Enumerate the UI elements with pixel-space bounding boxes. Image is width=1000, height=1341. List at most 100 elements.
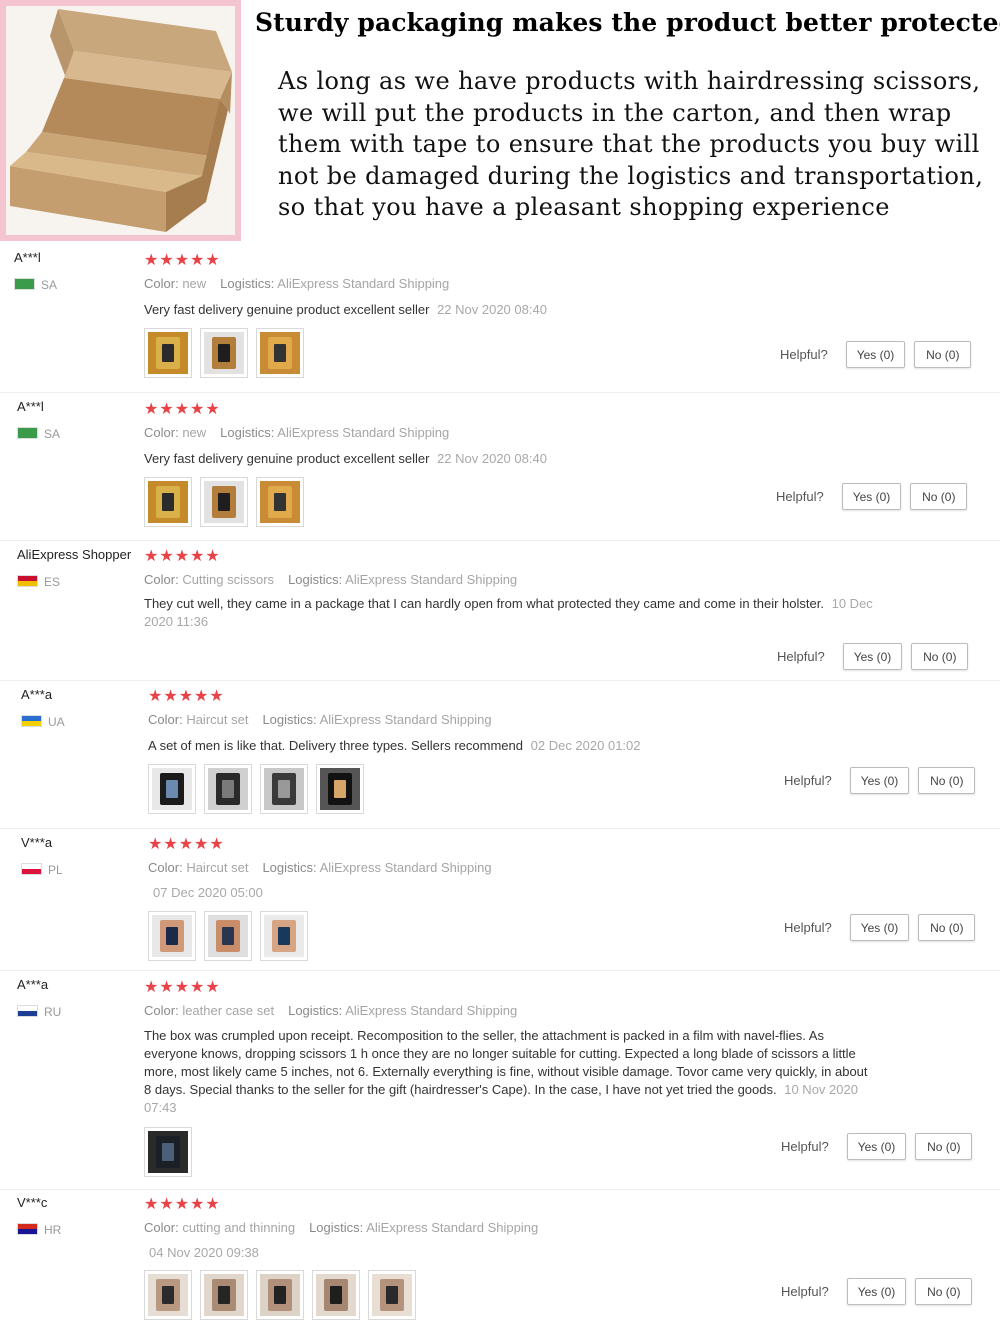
country-code: SA bbox=[44, 427, 61, 441]
review-divider bbox=[0, 828, 1000, 829]
country-flag-icon bbox=[14, 278, 35, 290]
review-sku-info: Color: Haircut set Logistics: AliExpress … bbox=[148, 712, 492, 727]
review-photos bbox=[144, 328, 304, 378]
review-photo-thumbnail[interactable] bbox=[256, 328, 304, 378]
logistics-value: AliExpress Standard Shipping bbox=[366, 1220, 539, 1235]
helpful-no-button[interactable]: No (0) bbox=[911, 643, 969, 670]
country-flag-icon bbox=[17, 1005, 38, 1017]
review-photo-thumbnail[interactable] bbox=[256, 1270, 304, 1320]
review-photo-thumbnail[interactable] bbox=[256, 477, 304, 527]
helpful-no-button[interactable]: No (0) bbox=[915, 1133, 973, 1160]
review-divider bbox=[0, 680, 1000, 681]
color-value: cutting and thinning bbox=[182, 1220, 296, 1235]
logistics-label: Logistics: bbox=[288, 572, 343, 587]
reviewer-country: SA bbox=[14, 278, 57, 292]
review-photos bbox=[148, 911, 308, 961]
review-photos bbox=[144, 1127, 192, 1177]
star-rating: ★★★★★ bbox=[144, 252, 221, 269]
review-photo-thumbnail[interactable] bbox=[368, 1270, 416, 1320]
comment-text: Very fast delivery genuine product excel… bbox=[144, 451, 430, 466]
star-rating: ★★★★★ bbox=[148, 836, 225, 853]
review-photo-thumbnail[interactable] bbox=[200, 328, 248, 378]
helpful-label: Helpful? bbox=[780, 347, 828, 362]
review-photo-thumbnail[interactable] bbox=[144, 1270, 192, 1320]
review-photo-thumbnail[interactable] bbox=[204, 911, 252, 961]
country-flag-icon bbox=[17, 575, 38, 587]
color-value: new bbox=[182, 276, 207, 291]
review-photo-thumbnail[interactable] bbox=[144, 1127, 192, 1177]
helpful-label: Helpful? bbox=[781, 1284, 829, 1299]
helpful-yes-button[interactable]: Yes (0) bbox=[846, 1133, 907, 1160]
helpful-yes-button[interactable]: Yes (0) bbox=[849, 914, 910, 941]
helpful-yes-button[interactable]: Yes (0) bbox=[845, 341, 906, 368]
packaging-banner: Sturdy packaging makes the product bette… bbox=[0, 0, 1000, 242]
review-sku-info: Color: Haircut set Logistics: AliExpress … bbox=[148, 860, 492, 875]
review-comment: Very fast delivery genuine product excel… bbox=[144, 450, 884, 468]
country-code: ES bbox=[44, 575, 61, 589]
helpful-label: Helpful? bbox=[776, 489, 824, 504]
helpful-yes-button[interactable]: Yes (0) bbox=[846, 1278, 907, 1305]
review-photo-thumbnail[interactable] bbox=[260, 911, 308, 961]
helpful-yes-button[interactable]: Yes (0) bbox=[841, 483, 902, 510]
comment-text: A set of men is like that. Delivery thre… bbox=[148, 738, 523, 753]
logistics-value: AliExpress Standard Shipping bbox=[319, 860, 492, 875]
review-comment: They cut well, they came in a package th… bbox=[144, 595, 884, 631]
review-date: 07 Dec 2020 05:00 bbox=[153, 885, 263, 900]
review-photo-thumbnail[interactable] bbox=[316, 764, 364, 814]
star-rating: ★★★★★ bbox=[148, 688, 225, 705]
review-photos bbox=[144, 1270, 416, 1320]
review-date: 22 Nov 2020 08:40 bbox=[437, 302, 547, 317]
reviewer-name: A***l bbox=[14, 250, 41, 265]
helpful-yes-button[interactable]: Yes (0) bbox=[849, 767, 910, 794]
review-photo-thumbnail[interactable] bbox=[312, 1270, 360, 1320]
helpful-no-button[interactable]: No (0) bbox=[918, 767, 976, 794]
review-sku-info: Color: leather case set Logistics: AliExp… bbox=[144, 1003, 517, 1018]
reviewer-country: ES bbox=[17, 575, 60, 589]
review-sku-info: Color: new Logistics: AliExpress Standard… bbox=[144, 425, 449, 440]
country-code: SA bbox=[41, 278, 58, 292]
review-photo-thumbnail[interactable] bbox=[200, 477, 248, 527]
country-flag-icon bbox=[21, 715, 42, 727]
helpful-no-button[interactable]: No (0) bbox=[910, 483, 968, 510]
logistics-value: AliExpress Standard Shipping bbox=[277, 276, 450, 291]
logistics-label: Logistics: bbox=[220, 276, 275, 291]
helpful-label: Helpful? bbox=[784, 920, 832, 935]
review-sku-info: Color: cutting and thinning Logistics: Al… bbox=[144, 1220, 538, 1235]
review-photo-thumbnail[interactable] bbox=[144, 477, 192, 527]
review-photo-thumbnail[interactable] bbox=[260, 764, 308, 814]
reviewer-country: SA bbox=[17, 427, 60, 441]
helpful-no-button[interactable]: No (0) bbox=[914, 341, 972, 368]
review-divider bbox=[0, 392, 1000, 393]
comment-text: The box was crumpled upon receipt. Recom… bbox=[144, 1028, 868, 1097]
helpful-no-button[interactable]: No (0) bbox=[915, 1278, 973, 1305]
reviewer-country: RU bbox=[17, 1005, 61, 1019]
helpful-yes-button[interactable]: Yes (0) bbox=[842, 643, 903, 670]
color-value: Haircut set bbox=[186, 860, 249, 875]
review-date: 02 Dec 2020 01:02 bbox=[530, 738, 641, 753]
reviewer-name: AliExpress Shopper bbox=[17, 547, 132, 562]
review-sku-info: Color: Cutting scissors Logistics: AliExp… bbox=[144, 572, 517, 587]
review-divider bbox=[0, 540, 1000, 541]
logistics-label: Logistics: bbox=[309, 1220, 364, 1235]
review-photo-thumbnail[interactable] bbox=[148, 764, 196, 814]
helpful-votes: Helpful? Yes (0) No (0) bbox=[780, 341, 972, 368]
star-rating: ★★★★★ bbox=[144, 1196, 221, 1213]
review-photo-thumbnail[interactable] bbox=[204, 764, 252, 814]
helpful-votes: Helpful? Yes (0) No (0) bbox=[777, 643, 969, 670]
reviewer-country: UA bbox=[21, 715, 65, 729]
country-flag-icon bbox=[21, 863, 42, 875]
review-photo-thumbnail[interactable] bbox=[144, 328, 192, 378]
star-rating: ★★★★★ bbox=[144, 548, 221, 565]
country-code: RU bbox=[44, 1005, 62, 1019]
country-flag-icon bbox=[17, 427, 38, 439]
review-photo-thumbnail[interactable] bbox=[148, 911, 196, 961]
country-code: HR bbox=[44, 1223, 62, 1237]
helpful-no-button[interactable]: No (0) bbox=[918, 914, 976, 941]
review-sku-info: Color: new Logistics: AliExpress Standard… bbox=[144, 276, 449, 291]
helpful-votes: Helpful? Yes (0) No (0) bbox=[784, 767, 976, 794]
logistics-value: AliExpress Standard Shipping bbox=[277, 425, 450, 440]
logistics-value: AliExpress Standard Shipping bbox=[345, 572, 518, 587]
reviewer-name: A***l bbox=[17, 399, 44, 414]
review-comment: A set of men is like that. Delivery thre… bbox=[148, 737, 888, 755]
review-photo-thumbnail[interactable] bbox=[200, 1270, 248, 1320]
